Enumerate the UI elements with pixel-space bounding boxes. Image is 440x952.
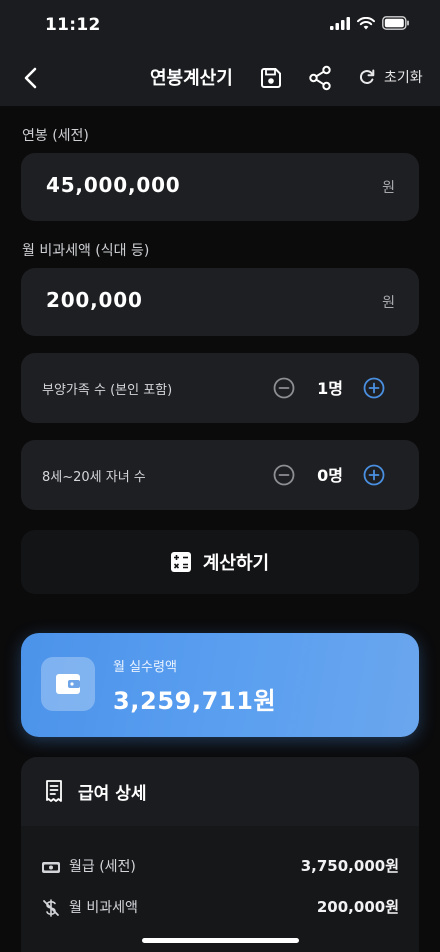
status-icons bbox=[330, 16, 410, 30]
children-stepper: 8세~20세 자녀 수 0명 bbox=[21, 440, 419, 510]
tax-free-input[interactable]: 200,000 원 bbox=[21, 268, 419, 336]
cash-icon bbox=[42, 862, 60, 873]
detail-row-monthly-gross: 월급 (세전) 3,750,000원 bbox=[21, 852, 419, 882]
reset-label: 초기화 bbox=[384, 70, 423, 86]
children-label: 8세~20세 자녀 수 bbox=[42, 470, 146, 485]
nav-bar: 연봉계산기 초기화 bbox=[0, 50, 440, 106]
battery-icon bbox=[382, 16, 409, 30]
back-arrow-icon[interactable] bbox=[18, 64, 46, 92]
annual-salary-label: 연봉 (세전) bbox=[22, 128, 89, 144]
dependents-value: 1명 bbox=[317, 379, 343, 398]
salary-detail-header: 급여 상세 bbox=[21, 757, 419, 826]
children-plus-icon[interactable] bbox=[363, 464, 385, 486]
no-tax-icon bbox=[43, 899, 59, 917]
reset-button[interactable]: 초기화 bbox=[358, 67, 423, 87]
children-minus-icon[interactable] bbox=[273, 464, 295, 486]
dependents-plus-icon[interactable] bbox=[363, 377, 385, 399]
net-salary-value: 3,259,711원 bbox=[113, 687, 277, 715]
net-salary-card: 월 실수령액 3,259,711원 bbox=[21, 633, 419, 737]
wifi-icon bbox=[357, 16, 375, 29]
children-value: 0명 bbox=[317, 466, 343, 485]
tax-free-detail-label: 월 비과세액 bbox=[69, 900, 138, 916]
save-icon[interactable] bbox=[259, 66, 283, 90]
tax-free-value[interactable]: 200,000 bbox=[46, 288, 143, 312]
net-salary-label: 월 실수령액 bbox=[113, 660, 177, 675]
annual-salary-input[interactable]: 45,000,000 원 bbox=[21, 153, 419, 221]
wallet-icon bbox=[56, 674, 80, 694]
salary-detail-card: 급여 상세 월급 (세전) 3,750,000원 월 비과세액 200,000원 bbox=[21, 757, 419, 952]
page-title: 연봉계산기 bbox=[150, 68, 233, 89]
dependents-label: 부양가족 수 (본인 포함) bbox=[42, 383, 173, 398]
salary-detail-title: 급여 상세 bbox=[78, 784, 147, 804]
status-bar: 11:12 bbox=[0, 0, 440, 50]
status-time: 11:12 bbox=[45, 15, 101, 35]
wallet-icon-box bbox=[41, 657, 95, 711]
calculate-button[interactable]: 계산하기 bbox=[21, 530, 419, 594]
tax-free-detail-value: 200,000원 bbox=[316, 898, 399, 916]
tax-free-unit: 원 bbox=[382, 295, 395, 311]
calculate-label: 계산하기 bbox=[202, 553, 270, 574]
signal-icon bbox=[330, 16, 350, 30]
calculator-icon bbox=[170, 552, 191, 572]
share-icon[interactable] bbox=[308, 65, 332, 91]
tax-free-label: 월 비과세액 (식대 등) bbox=[22, 243, 150, 259]
receipt-icon bbox=[46, 780, 62, 802]
home-indicator bbox=[142, 938, 299, 943]
monthly-gross-label: 월급 (세전) bbox=[69, 859, 136, 875]
dependents-minus-icon[interactable] bbox=[273, 377, 295, 399]
annual-salary-unit: 원 bbox=[382, 180, 395, 196]
annual-salary-value[interactable]: 45,000,000 bbox=[46, 173, 181, 197]
monthly-gross-value: 3,750,000원 bbox=[300, 857, 399, 875]
detail-row-tax-free: 월 비과세액 200,000원 bbox=[21, 893, 419, 923]
dependents-stepper: 부양가족 수 (본인 포함) 1명 bbox=[21, 353, 419, 423]
refresh-icon bbox=[359, 69, 375, 84]
